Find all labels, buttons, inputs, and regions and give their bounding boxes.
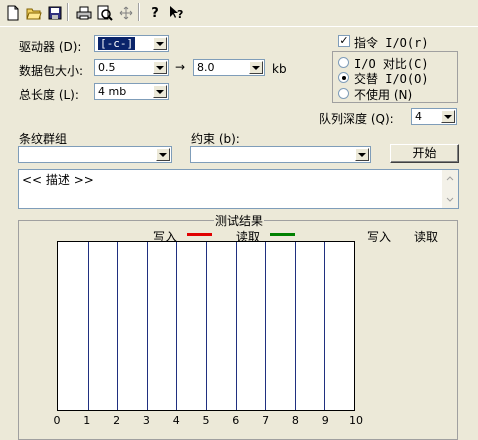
- x-tick-label: 9: [321, 414, 329, 427]
- print-icon[interactable]: [73, 2, 95, 24]
- legend-write-swatch: [187, 233, 212, 236]
- x-tick-label: 0: [53, 414, 61, 427]
- packet-size-label: 数据包大小:: [19, 64, 84, 78]
- x-tick-label: 2: [113, 414, 121, 427]
- description-text: << 描述 >>: [22, 173, 94, 187]
- chart-gridline: [265, 242, 267, 410]
- x-tick-label: 3: [142, 414, 150, 427]
- alternate-io-label: 交替 I/O(O): [354, 72, 429, 86]
- chart-gridline: [324, 242, 326, 410]
- x-tick-label: 7: [262, 414, 270, 427]
- start-button[interactable]: 开始: [390, 144, 459, 163]
- x-tick-label: 6: [232, 414, 240, 427]
- results-chart: [57, 241, 355, 411]
- toolbar: ? ?: [0, 0, 478, 27]
- open-folder-icon[interactable]: [23, 2, 45, 24]
- print-preview-icon[interactable]: [94, 2, 116, 24]
- chevron-down-icon[interactable]: [153, 61, 167, 74]
- instruction-io-label: 指令 I/O(r): [354, 36, 429, 50]
- help-icon[interactable]: ?: [144, 2, 166, 24]
- not-used-radio[interactable]: [338, 88, 349, 99]
- chart-gridline: [206, 242, 207, 410]
- constraint-label: 约束 (b):: [191, 132, 240, 146]
- chevron-down-icon[interactable]: [153, 37, 167, 50]
- total-length-combo[interactable]: 4 mb: [94, 83, 169, 100]
- x-tick-label: 1: [83, 414, 91, 427]
- chart-gridline: [87, 242, 89, 410]
- toolbar-separator: [138, 3, 140, 21]
- chart-gridline: [176, 242, 178, 410]
- chart-gridline: [235, 242, 237, 410]
- context-help-icon[interactable]: ?: [165, 2, 187, 24]
- stripe-group-label: 条纹群组: [19, 132, 68, 146]
- packet-size-max-value: 8.0: [197, 61, 215, 74]
- packet-size-max-combo[interactable]: 8.0: [193, 59, 265, 76]
- alternate-io-radio[interactable]: [338, 72, 349, 83]
- new-file-icon[interactable]: [2, 2, 24, 24]
- packet-size-min-value: 0.5: [98, 61, 116, 74]
- total-length-label: 总长度 (L):: [19, 88, 79, 102]
- queue-depth-value: 4: [415, 110, 422, 123]
- chevron-down-icon[interactable]: [249, 61, 263, 74]
- column-write-header: 写入: [367, 230, 392, 244]
- instruction-io-checkbox[interactable]: ✓: [338, 35, 350, 47]
- x-tick-label: 10: [349, 414, 363, 427]
- arrow-icon: →: [175, 60, 186, 74]
- stripe-group-combo[interactable]: [18, 146, 172, 163]
- chevron-down-icon[interactable]: [156, 148, 170, 161]
- drive-label: 驱动器 (D):: [19, 40, 82, 54]
- results-title: 测试结果: [214, 212, 265, 229]
- chevron-down-icon[interactable]: [355, 148, 369, 161]
- save-icon[interactable]: [44, 2, 66, 24]
- constraint-combo[interactable]: [190, 146, 371, 163]
- not-used-label: 不使用 (N): [354, 88, 413, 102]
- chart-gridline: [117, 242, 119, 410]
- description-textarea[interactable]: << 描述 >>: [18, 169, 459, 209]
- move-icon[interactable]: [115, 2, 137, 24]
- total-length-value: 4 mb: [98, 85, 127, 98]
- queue-depth-combo[interactable]: 4: [411, 108, 457, 125]
- chevron-down-icon[interactable]: [153, 85, 167, 98]
- packet-size-min-combo[interactable]: 0.5: [94, 59, 169, 76]
- chart-gridline: [294, 242, 296, 410]
- legend-read-swatch: [270, 233, 295, 236]
- chart-gridline: [146, 242, 148, 410]
- packet-unit: kb: [272, 62, 287, 76]
- x-tick-label: 5: [202, 414, 210, 427]
- x-tick-label: 8: [291, 414, 299, 427]
- column-read-header: 读取: [414, 230, 439, 244]
- compare-io-radio[interactable]: [338, 57, 349, 68]
- drive-value: [-c-]: [96, 36, 137, 51]
- queue-depth-label: 队列深度 (Q):: [319, 112, 394, 126]
- toolbar-separator: [67, 3, 69, 21]
- svg-text:?: ?: [177, 8, 183, 21]
- drive-combo[interactable]: [-c-]: [94, 35, 169, 52]
- chevron-down-icon[interactable]: [441, 110, 455, 123]
- x-tick-label: 4: [172, 414, 180, 427]
- description-scrollbar[interactable]: [442, 170, 458, 208]
